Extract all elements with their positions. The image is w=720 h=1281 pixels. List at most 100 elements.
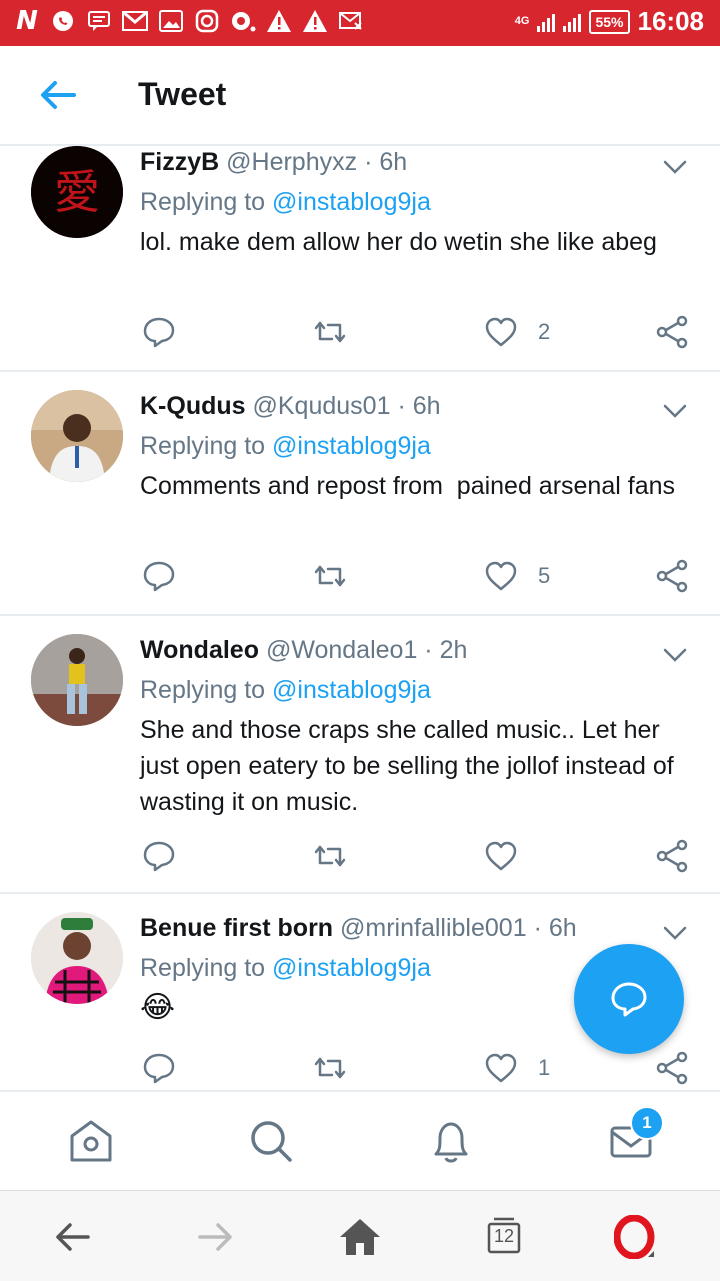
- tweet-header: Benue first born @mrinfallible001 · 6h: [140, 914, 577, 943]
- back-arrow-icon[interactable]: [38, 78, 78, 112]
- messages-badge: 1: [630, 1106, 664, 1140]
- tweet-text: Comments and repost from pained arsenal …: [140, 472, 675, 500]
- instagram-icon: [194, 8, 220, 34]
- chevron-down-icon[interactable]: [662, 158, 688, 176]
- n-icon: N: [16, 6, 38, 36]
- reply-icon: [143, 841, 175, 872]
- battery-indicator: 55%: [589, 9, 630, 34]
- tab-count[interactable]: 12: [486, 1226, 522, 1247]
- tweet[interactable]: 愛 FizzyB @Herphyxz · 6h Replying to @ins…: [0, 146, 720, 372]
- warning-icon: [266, 8, 292, 34]
- reply-icon: [143, 561, 175, 592]
- reply-bubble-icon: [611, 982, 647, 1017]
- twitter-tab-bar: [0, 1090, 720, 1190]
- compose-reply-button[interactable]: [574, 944, 684, 1054]
- chevron-down-icon[interactable]: [662, 402, 688, 420]
- signal-icon: [563, 12, 582, 32]
- chevron-down-icon[interactable]: [662, 924, 688, 942]
- sms-icon: [338, 8, 364, 34]
- author-handle[interactable]: @Wondaleo1: [266, 636, 417, 664]
- tweet-time: 6h: [548, 914, 577, 942]
- share-button[interactable]: [656, 314, 690, 350]
- share-button[interactable]: [656, 558, 690, 594]
- reply-button[interactable]: [142, 314, 176, 350]
- heart-icon: [485, 317, 517, 347]
- separator-dot: ·: [533, 914, 549, 942]
- like-button[interactable]: 2: [484, 314, 550, 350]
- share-icon: [656, 839, 688, 873]
- author-name[interactable]: FizzyB: [140, 148, 219, 176]
- reply-icon: [143, 1053, 175, 1084]
- heart-icon: [485, 1053, 517, 1083]
- retweet-button[interactable]: [312, 1050, 348, 1086]
- reply-button[interactable]: [142, 1050, 176, 1086]
- warning-icon: [302, 8, 328, 34]
- tweet[interactable]: Wondaleo @Wondaleo1 · 2h Replying to @in…: [0, 616, 720, 894]
- replying-to-label: Replying to: [140, 676, 273, 704]
- gallery-icon: [158, 8, 184, 34]
- retweet-button[interactable]: [312, 838, 348, 874]
- opera-menu-icon[interactable]: [614, 1215, 658, 1259]
- replying-to: Replying to @instablog9ja: [140, 676, 431, 705]
- tweet-text: She and those craps she called music.. L…: [140, 716, 674, 816]
- author-name[interactable]: K-Qudus: [140, 392, 246, 420]
- mention-link[interactable]: @instablog9ja: [272, 188, 431, 216]
- like-button[interactable]: 1: [484, 1050, 550, 1086]
- status-bar: N 4G 55% 16:08: [0, 0, 720, 46]
- browser-home-icon[interactable]: [338, 1215, 382, 1259]
- retweet-button[interactable]: [312, 314, 348, 350]
- notifications-bell-icon[interactable]: [426, 1116, 476, 1166]
- svg-text:愛: 愛: [54, 165, 100, 219]
- browser-forward-icon[interactable]: [194, 1215, 238, 1259]
- tweet[interactable]: K-Qudus @Kqudus01 · 6h Replying to @inst…: [0, 372, 720, 616]
- mention-link[interactable]: @instablog9ja: [272, 676, 431, 704]
- avatar[interactable]: [31, 912, 123, 1004]
- retweet-button[interactable]: [312, 558, 348, 594]
- avatar[interactable]: [31, 390, 123, 482]
- message-icon: [86, 8, 112, 34]
- tweet-actions: 1: [0, 1050, 720, 1090]
- notification-icons: N: [14, 6, 364, 36]
- author-name[interactable]: Benue first born: [140, 914, 333, 942]
- mention-link[interactable]: @instablog9ja: [272, 432, 431, 460]
- replying-to: Replying to @instablog9ja: [140, 432, 431, 461]
- app-header: Tweet: [0, 46, 720, 146]
- reply-button[interactable]: [142, 838, 176, 874]
- home-icon[interactable]: [66, 1116, 116, 1166]
- separator-dot: ·: [364, 148, 380, 176]
- share-icon: [656, 1051, 688, 1085]
- avatar[interactable]: 愛: [31, 146, 123, 238]
- page-title: Tweet: [138, 76, 227, 112]
- author-handle[interactable]: @Herphyxz: [226, 148, 357, 176]
- like-button[interactable]: [484, 838, 538, 874]
- author-name[interactable]: Wondaleo: [140, 636, 259, 664]
- share-icon: [656, 559, 688, 593]
- reply-button[interactable]: [142, 558, 176, 594]
- gmail-icon: [122, 8, 148, 34]
- clock: 16:08: [637, 6, 705, 36]
- browser-back-icon[interactable]: [50, 1215, 94, 1259]
- tweet-header: FizzyB @Herphyxz · 6h: [140, 148, 407, 177]
- tweet-actions: [0, 838, 720, 878]
- author-handle[interactable]: @mrinfallible001: [340, 914, 527, 942]
- browser-nav-bar: [0, 1190, 720, 1281]
- mention-link[interactable]: @instablog9ja: [272, 954, 431, 982]
- share-button[interactable]: [656, 838, 690, 874]
- tweet-time: 6h: [412, 392, 441, 420]
- tweet-header: Wondaleo @Wondaleo1 · 2h: [140, 636, 467, 665]
- separator-dot: ·: [424, 636, 440, 664]
- like-button[interactable]: 5: [484, 558, 550, 594]
- avatar[interactable]: [31, 634, 123, 726]
- replying-to: Replying to @instablog9ja: [140, 188, 431, 217]
- replying-to-label: Replying to: [140, 188, 273, 216]
- heart-icon: [485, 841, 517, 871]
- share-button[interactable]: [656, 1050, 690, 1086]
- network-type: 4G: [514, 15, 530, 27]
- search-icon[interactable]: [246, 1116, 296, 1166]
- like-count: 5: [538, 563, 551, 588]
- chevron-down-icon[interactable]: [662, 646, 688, 664]
- author-handle[interactable]: @Kqudus01: [253, 392, 391, 420]
- separator-dot: ·: [397, 392, 413, 420]
- reply-icon: [143, 317, 175, 348]
- opera-icon: [230, 8, 256, 34]
